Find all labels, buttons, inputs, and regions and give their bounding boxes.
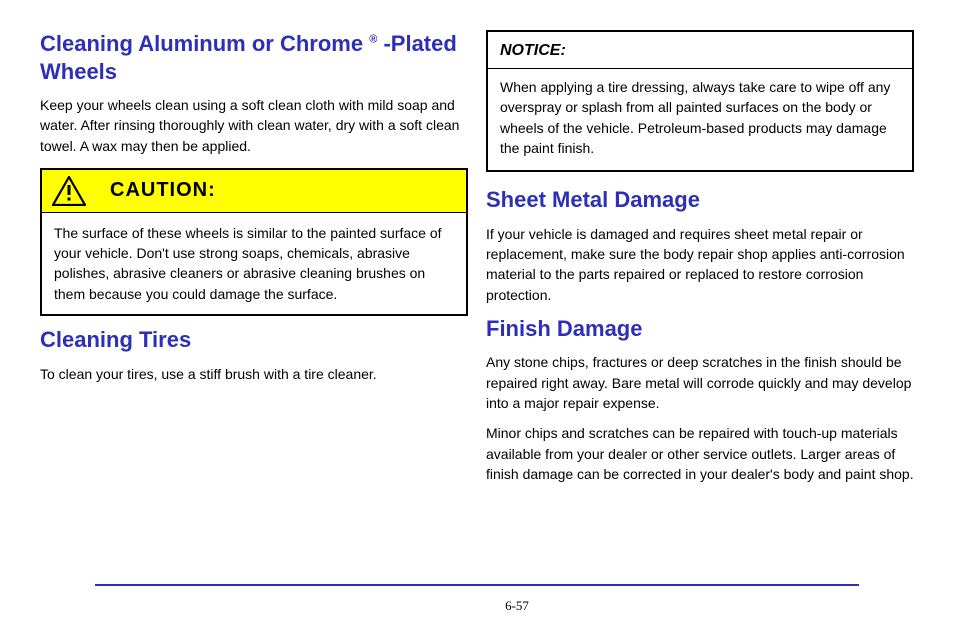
- notice-label: NOTICE:: [488, 32, 912, 69]
- caution-body: The surface of these wheels is similar t…: [42, 212, 466, 314]
- sheet-metal-paragraph: If your vehicle is damaged and requires …: [486, 224, 914, 305]
- notice-body: When applying a tire dressing, always ta…: [488, 69, 912, 170]
- wheels-paragraph: Keep your wheels clean using a soft clea…: [40, 95, 468, 156]
- caution-box: CAUTION: The surface of these wheels is …: [40, 168, 468, 316]
- registered-icon: ®: [369, 34, 377, 46]
- footer-divider: [95, 584, 859, 586]
- heading-clean-tires: Cleaning Tires: [40, 326, 468, 354]
- finish-damage-paragraph-2: Minor chips and scratches can be repaire…: [486, 423, 914, 484]
- heading-finish-damage: Finish Damage: [486, 315, 914, 343]
- tires-paragraph: To clean your tires, use a stiff brush w…: [40, 364, 468, 384]
- heading-sheet-metal: Sheet Metal Damage: [486, 186, 914, 214]
- finish-damage-paragraph-1: Any stone chips, fractures or deep scrat…: [486, 352, 914, 413]
- heading-prefix: Cleaning Aluminum or Chrome: [40, 31, 363, 56]
- caution-header: CAUTION:: [42, 170, 466, 212]
- notice-box: NOTICE: When applying a tire dressing, a…: [486, 30, 914, 172]
- warning-triangle-icon: [52, 176, 86, 206]
- heading-clean-wheels: Cleaning Aluminum or Chrome ® -Plated Wh…: [40, 30, 468, 85]
- page-number: 6-57: [40, 598, 954, 614]
- caution-label: CAUTION:: [110, 179, 216, 202]
